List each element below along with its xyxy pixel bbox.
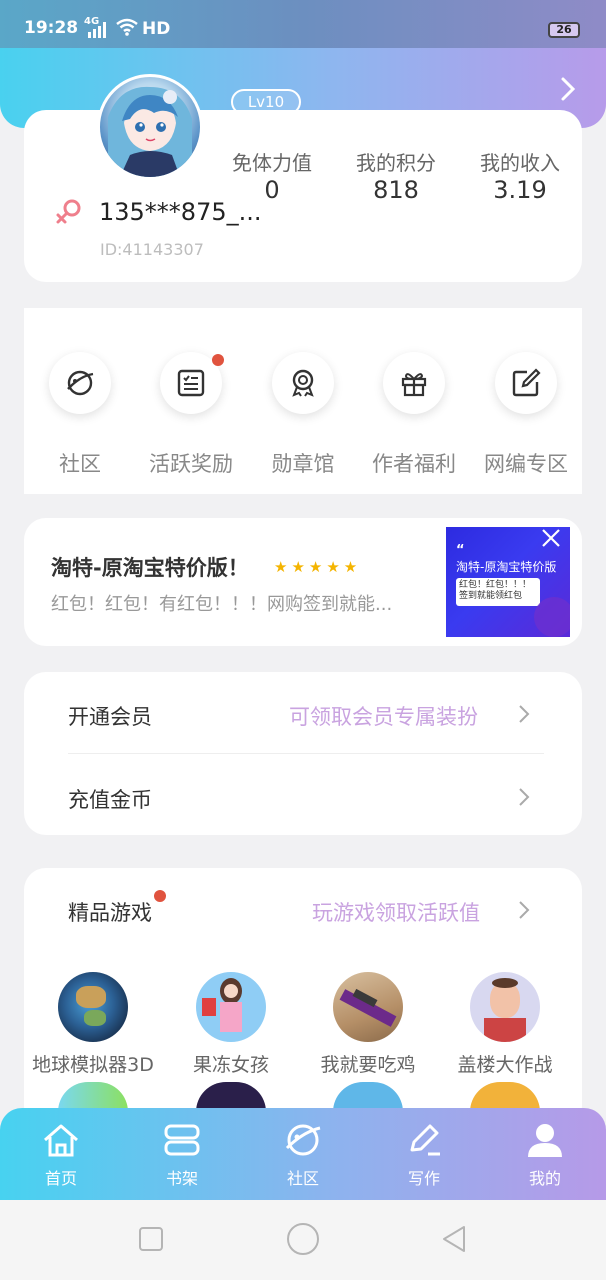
ad-image-quote: “ — [456, 543, 465, 558]
planet-icon — [285, 1124, 321, 1156]
gift-icon — [401, 373, 427, 397]
nav-home[interactable]: 首页 — [11, 1120, 111, 1190]
menu-icon-circle — [272, 352, 334, 414]
game-name: 地球模拟器3D — [32, 1054, 154, 1076]
game-icon — [58, 972, 128, 1042]
nav-label: 书架 — [165, 1169, 198, 1188]
games-hint[interactable]: 玩游戏领取活跃值 — [312, 897, 480, 927]
nav-mine[interactable]: 我的 — [495, 1120, 595, 1190]
chevron-right-icon[interactable] — [518, 787, 530, 807]
game-icon-face — [224, 984, 238, 998]
signal-icon — [88, 22, 106, 38]
game-icon — [333, 972, 403, 1042]
menu-icon-circle — [49, 352, 111, 414]
nav-write[interactable]: 写作 — [374, 1120, 474, 1190]
nav-bookshelf[interactable]: 书架 — [132, 1120, 232, 1190]
nav-label: 我的 — [528, 1169, 561, 1188]
close-icon[interactable] — [540, 527, 562, 549]
recent-apps-icon[interactable] — [138, 1226, 164, 1252]
avatar-illustration — [108, 86, 192, 177]
game-icon — [470, 972, 540, 1042]
ad-description: 红包！红包！有红包！！！网购签到就能... — [51, 594, 393, 615]
female-gender-icon — [56, 199, 81, 224]
menu-item-editor-zone[interactable]: 网编专区 — [470, 352, 582, 482]
game-icon-shirt — [484, 1018, 526, 1042]
menu-item-medal-hall[interactable]: 勋章馆 — [247, 352, 359, 482]
open-vip-label[interactable]: 开通会员 — [68, 701, 152, 731]
notification-dot — [212, 354, 224, 366]
chevron-right-icon[interactable] — [518, 900, 530, 920]
stat-label-points: 我的积分 — [356, 151, 436, 175]
chevron-right-icon[interactable] — [518, 704, 530, 724]
medal-icon — [292, 369, 314, 397]
game-item-jelly-girl[interactable]: 果冻女孩 — [171, 972, 291, 1082]
game-name: 盖楼大作战 — [457, 1054, 553, 1076]
menu-item-activity-rewards[interactable]: 活跃奖励 — [135, 352, 247, 482]
stat-label-stamina: 免体力值 — [232, 151, 312, 175]
ad-image-subtitle: 红包！红包！！！签到就能领红包 — [456, 578, 540, 606]
menu-label: 社区 — [59, 452, 101, 476]
menu-icon-circle — [383, 352, 445, 414]
game-icon-landmass — [84, 1010, 106, 1026]
games-title: 精品游戏 — [68, 901, 152, 925]
username: 135***875_... — [99, 198, 262, 226]
game-item-building-battle[interactable]: 盖楼大作战 — [445, 972, 565, 1082]
nav-label: 社区 — [286, 1169, 319, 1188]
stat-value-points[interactable]: 818 — [341, 176, 451, 204]
game-item-chicken-dinner[interactable]: 我就要吃鸡 — [308, 972, 428, 1082]
avatar[interactable] — [97, 74, 203, 180]
wifi-icon — [116, 18, 138, 36]
home-icon — [44, 1124, 78, 1157]
game-icon-envelope — [202, 998, 216, 1016]
menu-label: 网编专区 — [484, 452, 568, 476]
game-name: 我就要吃鸡 — [320, 1054, 416, 1076]
bookshelf-icon — [164, 1124, 200, 1156]
stat-label-income: 我的收入 — [480, 151, 560, 175]
game-icon-landmass — [76, 986, 106, 1008]
notification-dot — [154, 890, 166, 902]
menu-item-community[interactable]: 社区 — [24, 352, 136, 482]
nav-label: 首页 — [44, 1169, 77, 1188]
ad-rating-stars: ★★★★★ — [274, 558, 362, 576]
level-badge: Lv10 — [231, 89, 301, 115]
home-button-icon[interactable] — [286, 1222, 320, 1256]
nav-community[interactable]: 社区 — [253, 1120, 353, 1190]
game-name: 果冻女孩 — [192, 1054, 269, 1076]
battery-icon: 26 — [548, 22, 580, 38]
game-icon-dress — [220, 1002, 242, 1032]
ad-title[interactable]: 淘特-原淘宝特价版！ — [51, 552, 249, 582]
planet-icon — [67, 370, 94, 396]
stat-value-income[interactable]: 3.19 — [465, 176, 575, 204]
game-icon — [196, 972, 266, 1042]
ad-image-title: 淘特-原淘宝特价版 — [456, 560, 557, 574]
menu-item-author-benefits[interactable]: 作者福利 — [358, 352, 470, 482]
status-bar: 19:28 4G HD 26 — [0, 0, 606, 48]
menu-label: 勋章馆 — [271, 452, 335, 476]
menu-label: 活跃奖励 — [149, 452, 233, 476]
divider — [68, 753, 544, 754]
game-icon-hair — [492, 978, 518, 988]
menu-icon-circle — [495, 352, 557, 414]
menu-label: 作者福利 — [372, 452, 456, 476]
nav-label: 写作 — [407, 1169, 440, 1188]
open-vip-hint[interactable]: 可领取会员专属装扮 — [289, 701, 478, 731]
game-item-earth-simulator[interactable]: 地球模拟器3D — [32, 972, 154, 1082]
chevron-right-icon[interactable] — [560, 76, 576, 102]
back-icon[interactable] — [440, 1224, 468, 1254]
user-icon — [528, 1124, 562, 1157]
hd-indicator: HD — [142, 19, 171, 39]
status-time: 19:28 — [24, 18, 79, 38]
recharge-coins-label[interactable]: 充值金币 — [68, 784, 152, 814]
pen-icon — [410, 1124, 440, 1156]
edit-icon — [512, 368, 541, 397]
ad-image-decoration — [534, 597, 570, 637]
checklist-icon — [177, 369, 205, 397]
user-id: ID:41143307 — [100, 240, 204, 259]
